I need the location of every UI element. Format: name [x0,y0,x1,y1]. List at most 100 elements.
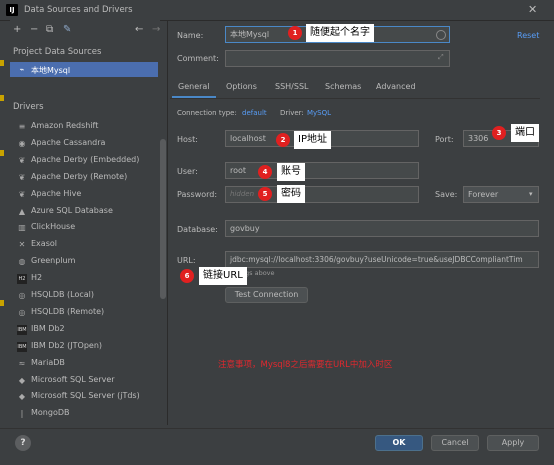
user-input[interactable]: root [225,162,419,179]
driver-icon: ◍ [18,257,26,267]
tabs-divider [170,98,540,99]
expand-icon[interactable]: ⤢ [438,53,444,62]
add-icon[interactable]: + [13,24,21,35]
mysql-icon: ⌁ [19,65,25,74]
driver-icon: IBM [17,324,27,335]
apply-button[interactable]: Apply [487,435,539,451]
driver-item[interactable]: IBM Db2 (JTOpen) [31,341,102,350]
password-label: Password: [177,190,218,199]
driver-icon: ≈ [18,358,26,368]
timezone-notice: 注意事项，Mysql8之后需要在URL中加入时区 [218,360,393,370]
driver-icon: ◆ [18,375,26,385]
database-label: Database: [177,225,218,234]
driver-icon: H2 [17,274,27,285]
chevron-down-icon[interactable]: ▾ [529,190,533,198]
callout-5: 密码 [277,185,305,203]
background-marker [0,300,4,306]
driver-icon: IBM [17,341,27,352]
driver-item[interactable]: Azure SQL Database [31,206,113,215]
driver-icon: ❦ [18,189,26,199]
data-source-item[interactable]: 本地Mysql [31,65,70,76]
driver-icon: ❦ [18,172,26,182]
badge-5: 5 [258,187,272,201]
badge-1: 1 [288,26,302,40]
driver-item[interactable]: IBM Db2 [31,324,65,333]
badge-6: 6 [180,269,194,283]
driver-item[interactable]: Apache Cassandra [31,138,105,147]
callout-4: 账号 [277,163,305,181]
driver-item[interactable]: Exasol [31,239,57,248]
project-sources-header: Project Data Sources [13,47,102,57]
badge-4: 4 [258,165,272,179]
background-marker [0,95,4,101]
driver-icon: ≡ [18,122,26,131]
password-input[interactable]: hidden [225,186,419,203]
window-title: Data Sources and Drivers [24,5,133,15]
callout-3: 端口 [511,124,539,142]
test-connection-button[interactable]: Test Connection [225,287,308,303]
host-label: Host: [177,135,198,144]
reset-link[interactable]: Reset [517,31,539,40]
driver-item[interactable]: MariaDB [31,358,65,367]
back-icon[interactable]: ← [135,24,143,35]
help-icon[interactable]: ? [15,435,31,451]
save-select[interactable]: Forever [463,186,539,203]
connection-type-link[interactable]: default [242,109,267,117]
cancel-button[interactable]: Cancel [431,435,479,451]
driver-item[interactable]: Microsoft SQL Server [31,375,115,384]
driver-link[interactable]: MySQL [307,109,331,117]
comment-input[interactable] [225,50,450,67]
driver-item[interactable]: HSQLDB (Local) [31,290,94,299]
driver-label: Driver: [280,109,304,117]
background-marker [0,150,4,156]
name-label: Name: [177,31,204,40]
callout-1: 随便起个名字 [306,24,374,42]
driver-icon: ▥ [18,223,26,233]
driver-icon: ◆ [18,392,26,402]
driver-item[interactable]: Amazon Redshift [31,121,98,130]
driver-item[interactable]: ClickHouse [31,222,75,231]
driver-icon: ❘ [18,409,26,419]
user-label: User: [177,167,198,176]
driver-icon: ▲ [18,206,26,216]
duplicate-icon[interactable]: ⧉ [46,24,53,35]
url-input[interactable]: jdbc:mysql://localhost:3306/govbuy?useUn… [225,251,539,268]
driver-icon: ❦ [18,155,26,165]
close-icon[interactable]: ✕ [528,3,537,16]
driver-item[interactable]: Apache Hive [31,189,81,198]
tab-schemas[interactable]: Schemas [325,82,361,91]
background-marker [0,60,4,66]
driver-icon: ◉ [18,138,26,148]
badge-2: 2 [276,133,290,147]
forward-icon[interactable]: → [152,24,160,35]
tab-options[interactable]: Options [226,82,257,91]
connection-type-label: Connection type: [177,109,237,117]
edit-icon[interactable]: ✎ [63,24,71,35]
driver-item[interactable]: Microsoft SQL Server (jTds) [31,391,140,400]
tab-general[interactable]: General [178,82,210,91]
driver-icon: ◎ [18,307,26,317]
comment-label: Comment: [177,54,219,63]
circle-icon[interactable] [436,30,446,40]
tab-ssh-ssl[interactable]: SSH/SSL [275,82,308,91]
port-label: Port: [435,135,454,144]
driver-item[interactable]: Greenplum [31,256,75,265]
ok-button[interactable]: OK [375,435,423,451]
driver-icon: ◎ [18,291,26,300]
url-label: URL: [177,256,196,265]
active-tab-indicator [172,96,216,98]
intellij-logo-icon: IJ [6,4,18,16]
badge-3: 3 [492,126,506,140]
panel-divider [167,20,168,425]
driver-item[interactable]: HSQLDB (Remote) [31,307,104,316]
drivers-scrollbar[interactable] [160,139,166,299]
driver-item[interactable]: Apache Derby (Embedded) [31,155,139,164]
tab-advanced[interactable]: Advanced [376,82,416,91]
database-input[interactable]: govbuy [225,220,539,237]
save-label: Save: [435,190,458,199]
callout-2: IP地址 [294,131,331,149]
remove-icon[interactable]: − [30,24,38,35]
driver-item[interactable]: H2 [31,273,42,282]
driver-item[interactable]: Apache Derby (Remote) [31,172,127,181]
driver-item[interactable]: MongoDB [31,408,70,417]
